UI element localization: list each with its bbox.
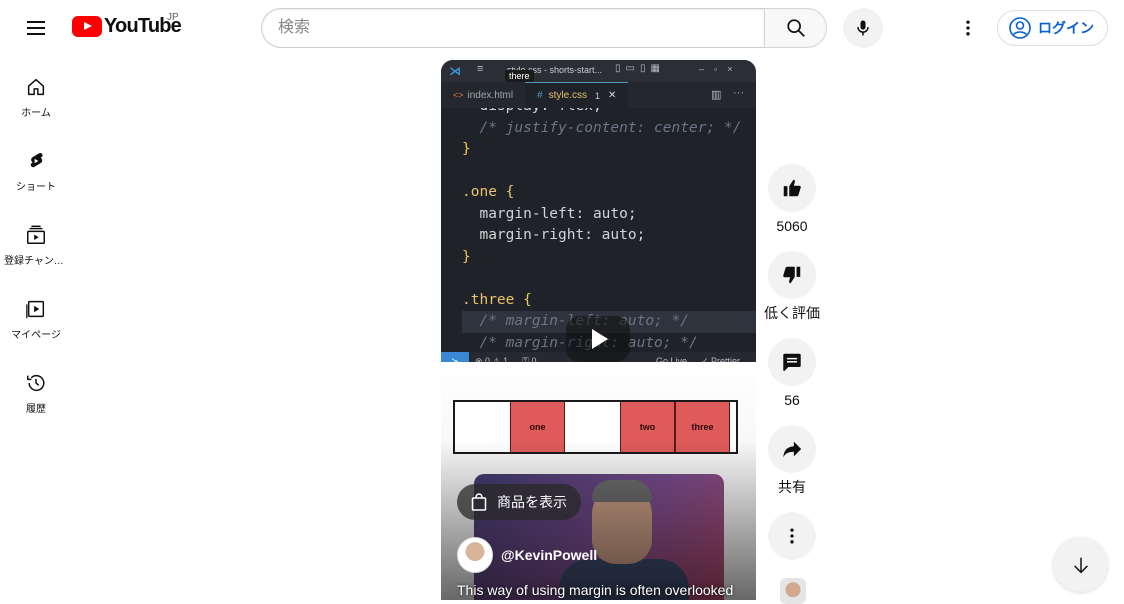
tab-badge: 1: [595, 90, 601, 101]
sidebar-item-shorts[interactable]: ショート: [0, 130, 72, 204]
editor-titlebar: ⋊ ≡ style.css - shorts-start... ▯▭▯▦ –▫×: [441, 60, 756, 82]
comment-action: 56: [768, 338, 816, 425]
view-products-label: 商品を表示: [497, 494, 567, 510]
shorts-video-player[interactable]: ⋊ ≡ style.css - shorts-start... ▯▭▯▦ –▫×…: [441, 60, 756, 600]
play-button[interactable]: [566, 316, 630, 362]
channel-link[interactable]: @KevinPowell: [457, 537, 597, 573]
code-line: display: flex;: [462, 108, 756, 118]
layout-icons: ▯▭▯▦: [615, 63, 665, 74]
view-products-button[interactable]: 商品を表示: [457, 484, 581, 520]
comment-button[interactable]: [768, 338, 816, 386]
search-bar: [261, 8, 827, 48]
tab-index-html: <> index.html: [453, 89, 514, 101]
channel-avatar[interactable]: [457, 537, 493, 573]
sidebar-item-label: 履歴: [26, 404, 46, 415]
editor-tabs: <> index.html # style.css 1 ✕ ▥ ···: [441, 82, 756, 108]
vscode-icon: ⋊: [449, 64, 461, 78]
menu-icon: ≡: [477, 63, 484, 75]
code-line: /* justify-content: center; */: [462, 119, 742, 136]
tab-label: style.css: [548, 90, 587, 101]
code-line: margin-right: auto;: [462, 227, 646, 243]
like-count: 5060: [776, 218, 808, 234]
search-button[interactable]: [764, 8, 827, 48]
sidebar-item-label: ショート: [16, 182, 56, 193]
tooltip: there: [505, 70, 534, 82]
split-editor-icon: ▥: [711, 89, 722, 101]
youtube-play-icon: [72, 16, 102, 37]
thumbs-up-icon: [783, 179, 801, 197]
shorts-icon: [30, 152, 43, 168]
code-line: .three {: [462, 291, 532, 308]
sidebar-item-label: マイページ: [11, 330, 61, 341]
shorts-actions: 5060 低く評価 56 共有: [764, 164, 820, 560]
like-action: 5060: [768, 164, 816, 251]
video-title[interactable]: This way of using margin is often overlo…: [457, 582, 733, 598]
comment-icon: [783, 353, 801, 371]
sidebar-item-label: ホーム: [21, 108, 51, 119]
library-icon: [26, 300, 45, 319]
share-button[interactable]: [768, 425, 816, 473]
dislike-button[interactable]: [768, 251, 816, 299]
sidebar-item-library[interactable]: マイページ: [0, 278, 72, 352]
home-icon: [27, 78, 45, 96]
sidebar-item-home[interactable]: ホーム: [0, 56, 72, 130]
menu-icon[interactable]: [20, 12, 52, 44]
like-button[interactable]: [768, 164, 816, 212]
more-vert-icon: [966, 20, 970, 36]
more-icon: ···: [733, 87, 744, 99]
voice-search-button[interactable]: [843, 8, 883, 48]
youtube-logo[interactable]: YouTube: [72, 15, 182, 38]
settings-more-button[interactable]: [952, 12, 984, 44]
dislike-label: 低く評価: [764, 305, 820, 321]
account-icon: [1009, 17, 1031, 39]
tab-label: index.html: [467, 89, 514, 101]
video-overlay-gradient: [441, 440, 756, 600]
login-label: ログイン: [1038, 20, 1094, 36]
code-line: }: [462, 248, 471, 265]
history-icon: [27, 375, 45, 392]
code-line: }: [462, 141, 471, 157]
sidebar-item-history[interactable]: 履歴: [0, 352, 72, 426]
code-line: .one {: [462, 184, 515, 200]
window-controls: –▫×: [699, 64, 743, 74]
more-action: [768, 512, 816, 560]
tab-style-css: # style.css 1 ✕: [525, 82, 629, 108]
subscriptions-icon: [27, 225, 45, 244]
region-code: JP: [167, 12, 179, 23]
arrow-down-icon: [1073, 557, 1088, 573]
thumbs-down-icon: [783, 266, 801, 284]
sidebar-item-subscriptions[interactable]: 登録チャンネル: [0, 204, 72, 278]
share-icon: [783, 441, 802, 458]
close-icon: ✕: [608, 90, 617, 101]
shopping-bag-icon: [471, 493, 487, 511]
microphone-icon: [857, 20, 869, 36]
more-options-button[interactable]: [768, 512, 816, 560]
channel-name[interactable]: @KevinPowell: [501, 547, 597, 563]
comment-count: 56: [784, 392, 800, 408]
top-bar: YouTube JP ログイン: [0, 0, 1124, 56]
sidebar: ホーム ショート 登録チャンネル マイページ 履歴: [0, 56, 72, 426]
search-input[interactable]: [261, 8, 764, 48]
share-label: 共有: [778, 479, 806, 495]
search-icon: [786, 19, 805, 37]
next-video-button[interactable]: [1053, 537, 1108, 592]
code-line: margin-left: auto;: [462, 205, 637, 222]
share-action: 共有: [768, 425, 816, 512]
more-vert-icon: [790, 528, 794, 544]
sound-avatar[interactable]: [780, 578, 806, 604]
sidebar-item-label: 登録チャンネル: [4, 256, 68, 267]
dislike-action: 低く評価: [764, 251, 820, 338]
login-button[interactable]: ログイン: [997, 10, 1108, 46]
